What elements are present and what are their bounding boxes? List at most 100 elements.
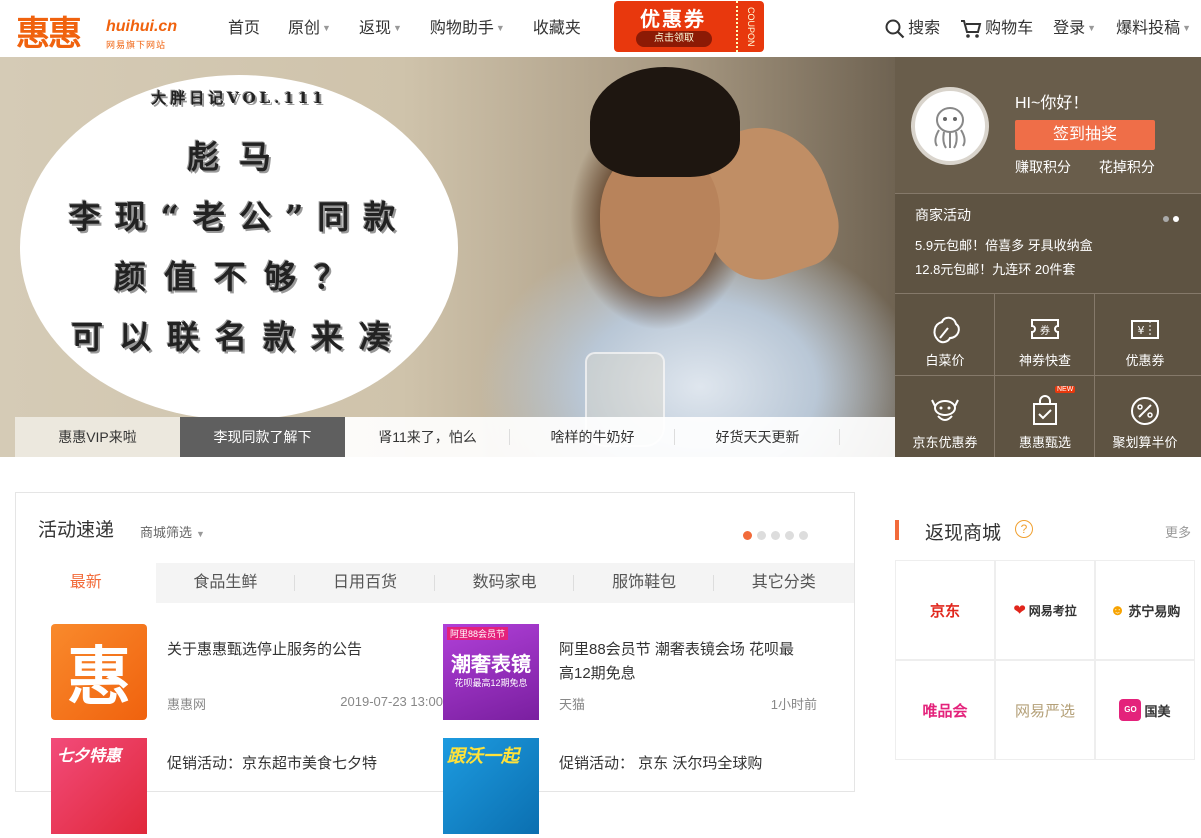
page-dot[interactable] (743, 531, 752, 540)
quick-huihui-select-label: 惠惠甄选 (1018, 435, 1071, 450)
category-tabs: 最新 食品生鲜 日用百货 数码家电 服饰鞋包 其它分类 (16, 563, 854, 603)
post-thumbnail: 跟沃一起 (443, 738, 539, 834)
yen-ticket-icon: ¥ (1131, 320, 1159, 339)
cart-button[interactable]: 购物车 (950, 0, 1043, 57)
submit-tip-button[interactable]: 爆料投稿 ▼ (1106, 0, 1201, 57)
gome-logo-icon: GO (1119, 699, 1142, 721)
page-dot[interactable] (757, 531, 766, 540)
banner-tab-lixian[interactable]: 李现同款了解下 (180, 417, 345, 457)
user-info: HI~你好！ 签到抽奖 赚取积分 花掉积分 (895, 57, 1201, 194)
thumb-text: 潮奢表镜 (451, 654, 531, 676)
shop-name: 苏宁易购 (1128, 603, 1181, 619)
activity-title: 活动速递 (38, 520, 115, 541)
merchant-deal-2[interactable]: 12.8元包邮！九连环 20件套 (915, 259, 1075, 278)
logo-subtitle: 网易旗下网站 (106, 40, 167, 50)
quick-juhuasuan-label: 聚划算半价 (1112, 435, 1178, 450)
post-source: 天猫 (559, 697, 586, 712)
nav-favorites[interactable]: 收藏夹 (519, 0, 595, 57)
shop-suning[interactable]: ☻ 苏宁易购 (1095, 560, 1195, 660)
quick-jd-coupons[interactable]: 京东优惠券 (895, 376, 995, 457)
banner-text-oval (20, 75, 458, 420)
banner-tab-iphone11[interactable]: 肾11来了，怕么 (345, 417, 510, 457)
coupon-button[interactable]: 优惠券 点击领取 COUPON (614, 1, 764, 52)
spend-points-link[interactable]: 花掉积分 (1099, 159, 1155, 175)
post-thumbnail: 阿里88会员节 潮奢表镜 花呗最高12期免息 (443, 624, 539, 720)
chevron-down-icon: ▼ (495, 23, 505, 33)
nav-shopping-assistant[interactable]: 购物助手 ▼ (416, 0, 519, 57)
tab-fresh-food[interactable]: 食品生鲜 (156, 563, 296, 603)
quick-cabbage-price[interactable]: 白菜价 (895, 294, 995, 375)
merchant-activity: 商家活动 5.9元包邮！倍喜多 牙具收纳盒 12.8元包邮！九连环 20件套 (895, 195, 1201, 294)
post-title[interactable]: 促销活动：京东超市美食七夕特 (167, 752, 417, 776)
chevron-down-icon: ▼ (1087, 23, 1097, 33)
shop-vip[interactable]: 唯品会 (895, 660, 995, 760)
banner-line-3: 李现“老公”同款 (68, 198, 410, 236)
shop-yanxuan[interactable]: 网易严选 (995, 660, 1095, 760)
page-dot[interactable] (771, 531, 780, 540)
more-link[interactable]: 更多 (1165, 522, 1191, 541)
thumb-text: 跟沃一起 (447, 746, 519, 766)
page-dot[interactable] (785, 531, 794, 540)
shop-jd[interactable]: 京东 (895, 560, 995, 660)
list-item[interactable]: 阿里88会员节 潮奢表镜 花呗最高12期免息 阿里88会员节 潮奢表镜会场 花呗… (443, 624, 823, 724)
list-item[interactable]: 七夕特惠 促销活动：京东超市美食七夕特 (51, 738, 431, 838)
carousel-dot[interactable] (1173, 216, 1179, 222)
hero-banner[interactable]: 大胖日记VOL.111 彪马 李现“老公”同款 颜值不够？ 可以联名款来凑 惠惠… (0, 57, 895, 457)
mall-filter-dropdown[interactable]: 商城筛选 ▼ (140, 522, 205, 541)
huihui-logo[interactable]: 惠惠 huihui.cn 网易旗下网站 (16, 6, 177, 54)
help-icon[interactable]: ? (1015, 520, 1033, 538)
post-title[interactable]: 促销活动： 京东 沃尔玛全球购 (559, 752, 809, 776)
post-title[interactable]: 关于惠惠甄选停止服务的公告 (167, 638, 417, 662)
quick-entry-grid: 白菜价 券 神券快查 ¥ 优惠券 京东优惠券 惠惠甄选 NEW 聚划算半价 (895, 294, 1201, 457)
banner-tabs: 惠惠VIP来啦 李现同款了解下 肾11来了，怕么 啥样的牛奶好 好货天天更新 (15, 417, 895, 457)
nav-home[interactable]: 首页 (214, 0, 274, 57)
activity-header: 活动速递 商城筛选 ▼ (16, 493, 854, 563)
coupon-subtitle: 点击领取 (636, 31, 712, 47)
avatar[interactable] (911, 87, 989, 165)
quick-huihui-select[interactable]: 惠惠甄选 (995, 376, 1095, 457)
tab-other[interactable]: 其它分类 (714, 563, 854, 603)
tab-latest[interactable]: 最新 (16, 563, 156, 603)
mall-logo-grid: 京东 ❤ 网易考拉 ☻ 苏宁易购 唯品会 网易严选 GO 国美 (895, 560, 1195, 780)
tab-digital[interactable]: 数码家电 (435, 563, 575, 603)
banner-line-2: 彪马 (186, 138, 291, 176)
post-title[interactable]: 阿里88会员节 潮奢表镜会场 花呗最高12期免息 (559, 638, 809, 686)
nav-cashback[interactable]: 返现 ▼ (345, 0, 416, 57)
carousel-dot[interactable] (1163, 216, 1169, 222)
sign-in-lottery-button[interactable]: 签到抽奖 (1015, 120, 1155, 150)
banner-tab-milk[interactable]: 啥样的牛奶好 (510, 417, 675, 457)
chevron-down-icon: ▼ (196, 529, 205, 539)
shop-gome[interactable]: GO 国美 (1095, 660, 1195, 760)
post-thumbnail: 惠 (51, 624, 147, 720)
login-button[interactable]: 登录 ▼ (1043, 0, 1106, 57)
shop-kaola[interactable]: ❤ 网易考拉 (995, 560, 1095, 660)
list-item[interactable]: 跟沃一起 促销活动： 京东 沃尔玛全球购 (443, 738, 823, 838)
cashback-mall-title: 返现商城 (925, 523, 1002, 544)
svg-text:¥: ¥ (1138, 324, 1145, 337)
merchant-deal-1[interactable]: 5.9元包邮！倍喜多 牙具收纳盒 (915, 235, 1093, 254)
logo-mark: 惠惠 (16, 14, 82, 54)
banner-tab-vip[interactable]: 惠惠VIP来啦 (15, 417, 180, 457)
voucher-icon: 券 (1031, 319, 1059, 339)
nav-original[interactable]: 原创 ▼ (274, 0, 345, 57)
banner-line-5: 可以联名款来凑 (70, 318, 407, 356)
tab-apparel[interactable]: 服饰鞋包 (574, 563, 714, 603)
cart-icon (961, 19, 982, 38)
page-dot[interactable] (799, 531, 808, 540)
quick-coupons[interactable]: ¥ 优惠券 (1095, 294, 1195, 375)
octopus-avatar-icon (934, 107, 966, 149)
coupon-title: 优惠券 (640, 9, 706, 31)
shop-name: 国美 (1144, 703, 1171, 719)
tab-daily-goods[interactable]: 日用百货 (295, 563, 435, 603)
quick-coupon-search-label: 神券快查 (1018, 353, 1071, 368)
post-time: 1小时前 (770, 697, 817, 712)
merchant-activity-title: 商家活动 (915, 207, 971, 223)
quick-coupon-search[interactable]: 券 神券快查 (995, 294, 1095, 375)
quick-juhuasuan[interactable]: 聚划算半价 (1095, 376, 1195, 457)
earn-points-link[interactable]: 赚取积分 (1015, 159, 1071, 175)
banner-tab-daily[interactable]: 好货天天更新 (675, 417, 840, 457)
quick-cabbage-label: 白菜价 (925, 353, 965, 368)
search-label: 搜索 (908, 20, 941, 37)
search-button[interactable]: 搜索 (875, 0, 950, 57)
list-item[interactable]: 惠 关于惠惠甄选停止服务的公告 惠惠网 2019-07-23 13:00:00 (51, 624, 461, 724)
